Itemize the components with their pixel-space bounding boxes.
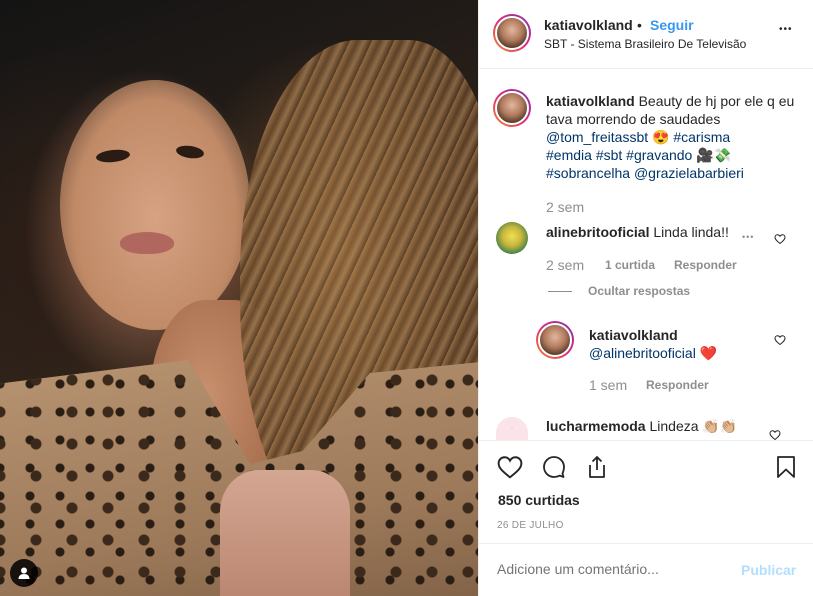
more-options-button[interactable]: ••• — [779, 24, 793, 35]
reply-button[interactable]: Responder — [674, 258, 737, 272]
comment-emoji: 👏🏼👏🏼 — [702, 418, 738, 434]
photo-lips — [120, 232, 174, 254]
likes-count[interactable]: 850 curtidas — [498, 492, 580, 508]
photo-face — [60, 80, 250, 330]
comment: alinebritooficial Linda linda!! — [546, 224, 729, 240]
photo-top — [220, 470, 350, 596]
hashtag[interactable]: #carisma — [673, 129, 730, 145]
reply-emoji: ❤️ — [699, 345, 718, 361]
separator-dot: • — [637, 17, 642, 33]
post-date[interactable]: 26 DE JULHO — [497, 520, 564, 531]
hide-replies-button[interactable]: Ocultar respostas — [588, 284, 690, 298]
reply-mention[interactable]: @alinebritooficial — [589, 345, 696, 361]
reply-avatar[interactable] — [536, 321, 574, 359]
caption: katiavolkland Beauty de hj por ele q eu … — [546, 92, 796, 182]
reply-time[interactable]: 1 sem — [589, 377, 627, 393]
reply: katiavolkland @alinebritooficial ❤️ — [589, 326, 717, 362]
caption-mention[interactable]: @grazielabarbieri — [634, 165, 744, 181]
hashtag[interactable]: #sbt — [596, 147, 622, 163]
comment: lucharmemoda Lindeza 👏🏼👏🏼 — [546, 418, 737, 435]
user-tag-icon[interactable] — [10, 559, 38, 587]
hashtag[interactable]: #gravando — [626, 147, 692, 163]
hashtag[interactable]: #sobrancelha — [546, 165, 630, 181]
comment-icon[interactable] — [541, 455, 567, 479]
comment-input[interactable] — [497, 561, 727, 577]
caption-mention[interactable]: @tom_freitassbt — [546, 129, 648, 145]
caption-emoji: 🎥💸 — [696, 147, 732, 163]
post-header: katiavolkland • Seguir SBT - Sistema Bra… — [479, 0, 813, 69]
hashtag[interactable]: #emdia — [546, 147, 592, 163]
post-location[interactable]: SBT - Sistema Brasileiro De Televisão — [544, 37, 746, 51]
comment-username[interactable]: alinebritooficial — [546, 224, 649, 240]
comment-likes[interactable]: 1 curtida — [605, 258, 655, 272]
comment-avatar[interactable]: · — [496, 417, 528, 440]
post-side-panel: katiavolkland • Seguir SBT - Sistema Bra… — [478, 0, 813, 596]
post-photo[interactable] — [0, 0, 478, 596]
heart-icon[interactable] — [774, 233, 786, 245]
caption-avatar[interactable] — [493, 89, 531, 127]
comment-text: Linda linda!! — [653, 224, 729, 240]
caption-emoji: 😍 — [652, 129, 670, 145]
heart-icon[interactable] — [497, 455, 523, 479]
comment-time[interactable]: 2 sem — [546, 257, 584, 273]
reply-username[interactable]: katiavolkland — [589, 327, 678, 343]
bookmark-icon[interactable] — [775, 455, 797, 479]
heart-icon[interactable] — [769, 428, 783, 440]
share-icon[interactable] — [585, 455, 609, 479]
comment-text: Lindeza — [649, 418, 699, 434]
caption-username[interactable]: katiavolkland — [546, 93, 635, 109]
composer-divider — [479, 543, 813, 544]
heart-icon[interactable] — [774, 334, 786, 346]
comment-username[interactable]: lucharmemoda — [546, 418, 646, 434]
publish-button[interactable]: Publicar — [741, 562, 796, 578]
follow-button[interactable]: Seguir — [650, 17, 694, 33]
comment-options-button[interactable]: ••• — [742, 232, 754, 242]
post-username[interactable]: katiavolkland — [544, 17, 633, 33]
reply-button[interactable]: Responder — [646, 378, 709, 392]
comment-avatar[interactable] — [496, 222, 528, 254]
avatar[interactable] — [493, 14, 531, 52]
replies-divider-line — [548, 291, 572, 292]
caption-time[interactable]: 2 sem — [546, 199, 584, 215]
